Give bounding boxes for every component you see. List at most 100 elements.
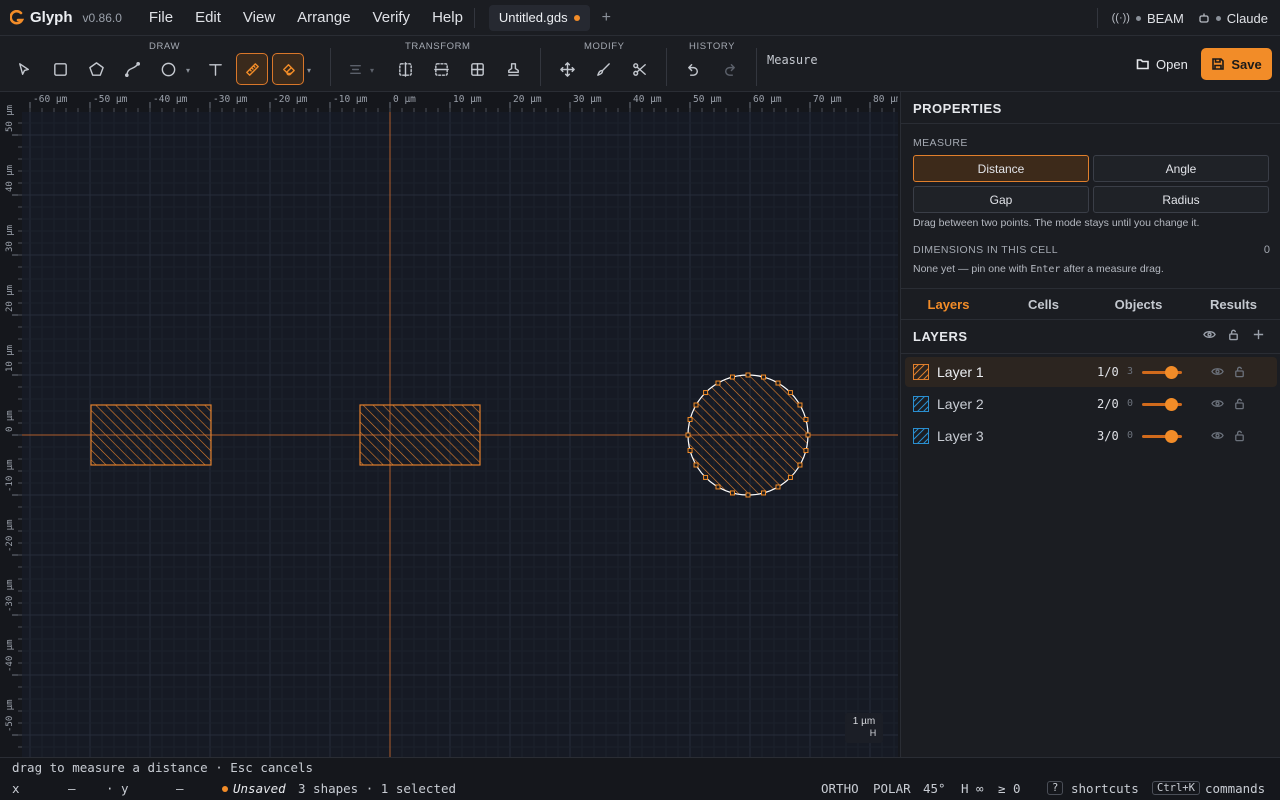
vertex-handle[interactable]	[803, 448, 809, 454]
select-tool-button[interactable]	[8, 53, 40, 85]
snap-tool-button[interactable]	[272, 53, 304, 85]
tab-cells[interactable]: Cells	[996, 289, 1091, 319]
commands-key[interactable]: Ctrl+K	[1152, 781, 1200, 795]
shortcuts-label[interactable]: shortcuts	[1071, 781, 1139, 796]
undo-button[interactable]	[677, 53, 709, 85]
polar-angle[interactable]: 45°	[923, 781, 946, 796]
array-tool-button[interactable]	[461, 53, 493, 85]
vertex-handle[interactable]	[687, 448, 693, 454]
new-tab-plus-icon[interactable]: +	[602, 9, 611, 27]
ruler-tick-label: -30 µm	[213, 94, 248, 105]
cursor-x-value: —	[68, 781, 76, 796]
ruler-tick-label: 30 µm	[573, 94, 602, 105]
layer-row-1[interactable]: Layer 1 1/0 3	[905, 357, 1277, 387]
eye-icon[interactable]	[1211, 429, 1225, 443]
menu-file[interactable]: File	[138, 0, 184, 36]
vertex-handle[interactable]	[745, 492, 751, 498]
save-button[interactable]: Save	[1201, 48, 1272, 80]
open-button[interactable]: Open	[1127, 48, 1197, 80]
vertex-handle[interactable]	[775, 484, 781, 490]
layer-opacity-slider[interactable]	[1142, 398, 1182, 411]
layout-canvas[interactable]: -60 µm -50 µm -40 µm -30 µm -20 µm -10 µm 0 µm…	[0, 92, 898, 757]
canvas-drawing[interactable]: -60 µm -50 µm -40 µm -30 µm -20 µm -10 µm 0 µm…	[0, 92, 898, 757]
paint-tool-button[interactable]	[587, 53, 619, 85]
connection-status[interactable]: ((·)) BEAM	[1112, 11, 1184, 26]
mode-distance-button[interactable]: Distance	[913, 155, 1089, 182]
vertex-handle[interactable]	[797, 462, 803, 468]
toolbar-divider	[330, 48, 331, 86]
eye-icon[interactable]	[1211, 365, 1225, 379]
vertex-handle[interactable]	[715, 380, 721, 386]
layer-row-3[interactable]: Layer 3 3/0 0	[905, 421, 1277, 451]
menu-edit[interactable]: Edit	[184, 0, 232, 36]
lock-icon[interactable]	[1233, 397, 1247, 411]
measure-tool-button[interactable]	[236, 53, 268, 85]
lock-icon[interactable]	[1233, 429, 1247, 443]
tab-layers[interactable]: Layers	[901, 289, 996, 319]
tab-results[interactable]: Results	[1186, 289, 1280, 319]
stamp-tool-button[interactable]	[497, 53, 529, 85]
vertex-handle[interactable]	[703, 474, 709, 480]
layer-opacity-slider[interactable]	[1142, 366, 1182, 379]
rectangle-shape[interactable]	[90, 404, 212, 466]
slider-knob[interactable]	[1165, 430, 1178, 443]
vertex-handle[interactable]	[693, 462, 699, 468]
move-tool-button[interactable]	[551, 53, 583, 85]
text-tool-button[interactable]	[199, 53, 231, 85]
h-constraint[interactable]: H ∞	[961, 781, 984, 796]
mode-gap-button[interactable]: Gap	[913, 186, 1089, 213]
vertex-handle[interactable]	[729, 490, 735, 496]
slider-knob[interactable]	[1165, 366, 1178, 379]
redo-button[interactable]	[713, 53, 745, 85]
eye-icon[interactable]	[1203, 328, 1219, 344]
assistant-status[interactable]: Claude	[1198, 11, 1268, 26]
polar-toggle[interactable]: POLAR	[873, 781, 911, 796]
layer-opacity-slider[interactable]	[1142, 430, 1182, 443]
chevron-down-icon[interactable]: ▾	[307, 66, 311, 75]
menu-arrange[interactable]: Arrange	[286, 0, 361, 36]
vertex-handle[interactable]	[687, 416, 693, 422]
menu-help[interactable]: Help	[421, 0, 474, 36]
menu-verify[interactable]: Verify	[362, 0, 422, 36]
flip-vertical-button[interactable]	[425, 53, 457, 85]
vertex-handle[interactable]	[803, 416, 809, 422]
vertex-handle[interactable]	[729, 374, 735, 380]
vertex-handle[interactable]	[787, 390, 793, 396]
ortho-toggle[interactable]: ORTHO	[821, 781, 859, 796]
eye-icon[interactable]	[1211, 397, 1225, 411]
chevron-down-icon[interactable]: ▾	[186, 66, 190, 75]
menu-view[interactable]: View	[232, 0, 286, 36]
align-tool-button[interactable]	[339, 53, 371, 85]
ge-constraint[interactable]: ≥ 0	[998, 781, 1021, 796]
chevron-down-icon[interactable]: ▾	[370, 66, 374, 75]
vertex-handle[interactable]	[761, 374, 767, 380]
path-tool-button[interactable]	[116, 53, 148, 85]
vertex-handle[interactable]	[797, 402, 803, 408]
vertex-handle[interactable]	[685, 432, 691, 438]
rectangle-tool-button[interactable]	[44, 53, 76, 85]
vertex-handle[interactable]	[787, 474, 793, 480]
circle-tool-button[interactable]	[152, 53, 184, 85]
tab-objects[interactable]: Objects	[1091, 289, 1186, 319]
vertex-handle[interactable]	[745, 372, 751, 378]
shortcuts-key[interactable]: ?	[1047, 781, 1064, 795]
mode-radius-button[interactable]: Radius	[1093, 186, 1269, 213]
vertex-handle[interactable]	[761, 490, 767, 496]
vertex-handle[interactable]	[775, 380, 781, 386]
document-tab[interactable]: Untitled.gds	[488, 4, 590, 31]
mode-angle-button[interactable]: Angle	[1093, 155, 1269, 182]
vertex-handle[interactable]	[693, 402, 699, 408]
unlock-icon[interactable]	[1227, 328, 1243, 344]
slider-knob[interactable]	[1165, 398, 1178, 411]
rectangle-shape[interactable]	[359, 404, 481, 466]
commands-label[interactable]: commands	[1205, 781, 1265, 796]
lock-icon[interactable]	[1233, 365, 1247, 379]
add-layer-plus-icon[interactable]	[1252, 328, 1268, 344]
vertex-handle[interactable]	[715, 484, 721, 490]
vertex-handle[interactable]	[703, 390, 709, 396]
flip-horizontal-button[interactable]	[389, 53, 421, 85]
vertex-handle[interactable]	[805, 432, 811, 438]
layer-row-2[interactable]: Layer 2 2/0 0	[905, 389, 1277, 419]
cut-tool-button[interactable]	[623, 53, 655, 85]
polygon-tool-button[interactable]	[80, 53, 112, 85]
